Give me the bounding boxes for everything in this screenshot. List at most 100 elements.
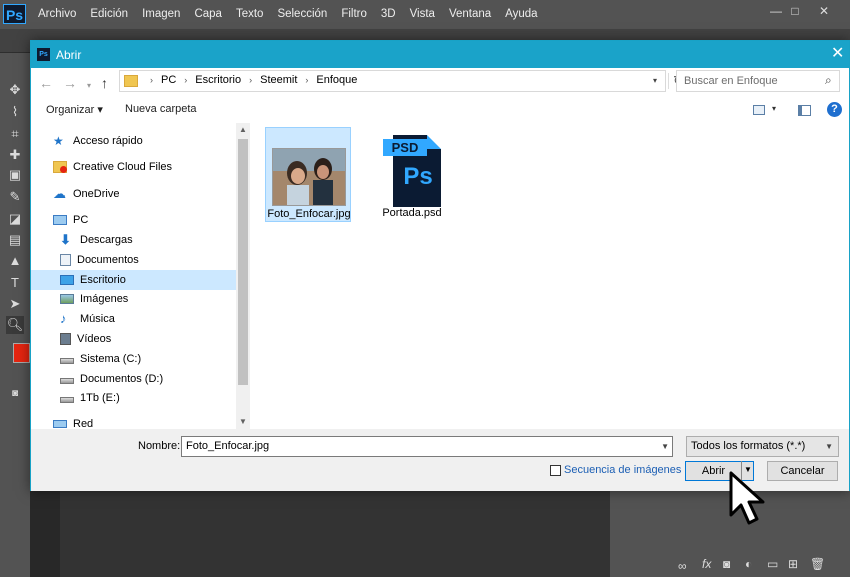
nav-item-onedrive[interactable]: ☁ OneDrive bbox=[31, 184, 236, 204]
nav-item-acceso-r-pido[interactable]: ★ Acceso rápido bbox=[31, 131, 236, 151]
up-arrow-icon[interactable]: ↑ bbox=[101, 75, 108, 91]
fx-icon[interactable]: fx bbox=[702, 557, 711, 571]
mask-icon[interactable]: ◙ bbox=[723, 557, 730, 571]
nav-item-label: Acceso rápido bbox=[73, 135, 143, 147]
menu-item-edici-n[interactable]: Edición bbox=[90, 0, 128, 29]
menu-item-ventana[interactable]: Ventana bbox=[449, 0, 491, 29]
image-sequence-checkbox[interactable] bbox=[550, 464, 561, 476]
quick-mask-icon[interactable]: ◙ bbox=[6, 385, 24, 403]
nav-item-label: Descargas bbox=[80, 234, 133, 246]
search-icon[interactable]: ⌕ bbox=[825, 73, 832, 88]
nav-item-escritorio[interactable]: Escritorio bbox=[31, 270, 236, 290]
help-icon[interactable]: ? bbox=[827, 102, 842, 117]
sharpen-tool-icon[interactable]: ▲ bbox=[6, 252, 24, 270]
view-dropdown-icon[interactable]: ▾ bbox=[772, 104, 776, 113]
menu-item-capa[interactable]: Capa bbox=[194, 0, 222, 29]
preview-pane-icon[interactable] bbox=[798, 105, 811, 116]
cancel-button[interactable]: Cancelar bbox=[767, 461, 838, 481]
menu-item-vista[interactable]: Vista bbox=[410, 0, 435, 29]
music-icon: ♪ bbox=[60, 311, 67, 326]
file-item-foto-enfocar[interactable]: Foto_Enfocar.jpg bbox=[265, 127, 351, 222]
file-item-portada[interactable]: PSD Ps Portada.psd bbox=[369, 127, 455, 222]
nav-item-documentos-d[interactable]: Documentos (D:) bbox=[31, 369, 236, 389]
chevron-down-icon[interactable]: ▼ bbox=[661, 437, 669, 456]
trash-icon[interactable]: 🗑︎ bbox=[810, 557, 825, 571]
type-tool-icon[interactable]: T bbox=[6, 274, 24, 292]
filename-input[interactable]: Foto_Enfocar.jpg ▼ bbox=[181, 436, 673, 457]
nav-item-red[interactable]: Red bbox=[31, 414, 236, 429]
nav-item-descargas[interactable]: ⬇ Descargas bbox=[31, 230, 236, 250]
brush-tool-icon[interactable]: ✎ bbox=[6, 188, 24, 206]
recent-locations-icon[interactable]: ▾ bbox=[87, 78, 91, 94]
path-selection-icon[interactable]: ➤ bbox=[6, 295, 24, 313]
file-type-select[interactable]: Todos los formatos (*.*) ▼ bbox=[686, 436, 839, 457]
breadcrumb-pc[interactable]: PC bbox=[161, 74, 176, 86]
lasso-tool-icon[interactable]: ⌇ bbox=[6, 103, 24, 121]
open-button-label: Abrir bbox=[701, 465, 726, 477]
menu-item-imagen[interactable]: Imagen bbox=[142, 0, 180, 29]
forward-arrow-icon[interactable]: → bbox=[63, 75, 77, 91]
address-bar[interactable]: › PC › Escritorio › Steemit › Enfoque ▾ … bbox=[119, 70, 684, 92]
nav-item-label: Sistema (C:) bbox=[80, 353, 142, 365]
scroll-down-icon[interactable]: ▼ bbox=[236, 417, 250, 426]
scroll-up-icon[interactable]: ▲ bbox=[236, 125, 250, 134]
chevron-right-icon: › bbox=[150, 75, 153, 85]
close-window-icon[interactable]: ✕ bbox=[818, 5, 830, 17]
nav-pane-scrollbar[interactable]: ▲ ▼ bbox=[236, 123, 250, 429]
stamp-tool-icon[interactable]: ▣ bbox=[6, 166, 24, 184]
file-name: Portada.psd bbox=[382, 207, 442, 219]
breadcrumb-escritorio[interactable]: Escritorio bbox=[195, 74, 241, 86]
zoom-tool-icon[interactable]: 🔍︎ bbox=[6, 316, 24, 334]
menu-item-selecci-n[interactable]: Selección bbox=[277, 0, 327, 29]
nav-item-label: Imágenes bbox=[80, 293, 129, 305]
nav-item-sistema-c[interactable]: Sistema (C:) bbox=[31, 349, 236, 369]
foreground-color-swatch[interactable] bbox=[13, 343, 30, 363]
organize-button[interactable]: Organizar ▾ bbox=[46, 103, 103, 116]
nav-item-pc[interactable]: PC bbox=[31, 210, 236, 230]
menu-item-archivo[interactable]: Archivo bbox=[38, 0, 76, 29]
nav-item-documentos[interactable]: Documentos bbox=[31, 250, 236, 270]
search-input[interactable]: Buscar en Enfoque bbox=[684, 75, 778, 87]
close-icon[interactable]: ✕ bbox=[831, 45, 844, 63]
group-folder-icon[interactable]: ▭ bbox=[767, 557, 778, 571]
documents-icon bbox=[60, 254, 71, 266]
drive-icon bbox=[60, 358, 74, 364]
healing-brush-icon[interactable]: ✚ bbox=[6, 146, 24, 164]
nav-item-v-deos[interactable]: Vídeos bbox=[31, 329, 236, 349]
nav-item-im-genes[interactable]: Imágenes bbox=[31, 289, 236, 309]
nav-item-creative-cloud-files[interactable]: Creative Cloud Files bbox=[31, 157, 236, 177]
chevron-right-icon: › bbox=[249, 75, 253, 85]
image-sequence-option[interactable]: Secuencia de imágenes bbox=[550, 464, 681, 476]
nav-item-1tb-e[interactable]: 1Tb (E:) bbox=[31, 388, 236, 408]
maximize-icon[interactable]: □ bbox=[789, 5, 801, 17]
cloud-icon: ☁ bbox=[53, 186, 66, 201]
image-sequence-label[interactable]: Secuencia de imágenes bbox=[564, 464, 681, 476]
nav-item-label: Música bbox=[80, 313, 115, 325]
link-layers-icon[interactable]: ∞ bbox=[678, 559, 687, 573]
search-box[interactable]: Buscar en Enfoque ⌕ bbox=[676, 70, 840, 92]
nav-item-label: Documentos (D:) bbox=[80, 373, 164, 385]
menu-item-3d[interactable]: 3D bbox=[381, 0, 396, 29]
dialog-title-bar: Ps Abrir ✕ bbox=[31, 41, 849, 68]
gradient-tool-icon[interactable]: ▤ bbox=[6, 231, 24, 249]
new-folder-button[interactable]: Nueva carpeta bbox=[125, 103, 197, 115]
move-tool-icon[interactable]: ✥ bbox=[6, 81, 24, 99]
photoshop-menubar: Ps Archivo Edición Imagen Capa Texto Selecció… bbox=[0, 0, 850, 29]
adjustment-layer-icon[interactable]: ◐ bbox=[745, 557, 752, 571]
menu-item-texto[interactable]: Texto bbox=[236, 0, 264, 29]
menu-item-ayuda[interactable]: Ayuda bbox=[505, 0, 537, 29]
breadcrumb-steemit[interactable]: Steemit bbox=[260, 74, 297, 86]
menu-item-filtro[interactable]: Filtro bbox=[341, 0, 367, 29]
back-arrow-icon[interactable]: ← bbox=[39, 75, 53, 91]
address-dropdown-icon[interactable]: ▾ bbox=[653, 76, 657, 85]
breadcrumb-enfoque[interactable]: Enfoque bbox=[316, 74, 357, 86]
scrollbar-thumb[interactable] bbox=[238, 139, 248, 385]
crop-tool-icon[interactable]: ⌗ bbox=[6, 125, 24, 143]
chevron-right-icon: › bbox=[184, 75, 188, 85]
new-layer-icon[interactable]: ⊞ bbox=[788, 557, 798, 571]
eraser-tool-icon[interactable]: ◪ bbox=[6, 210, 24, 228]
minimize-icon[interactable]: — bbox=[770, 5, 782, 17]
nav-item-m-sica[interactable]: ♪ Música bbox=[31, 309, 236, 329]
view-options-icon[interactable] bbox=[753, 105, 765, 115]
nav-item-label: OneDrive bbox=[73, 188, 120, 200]
